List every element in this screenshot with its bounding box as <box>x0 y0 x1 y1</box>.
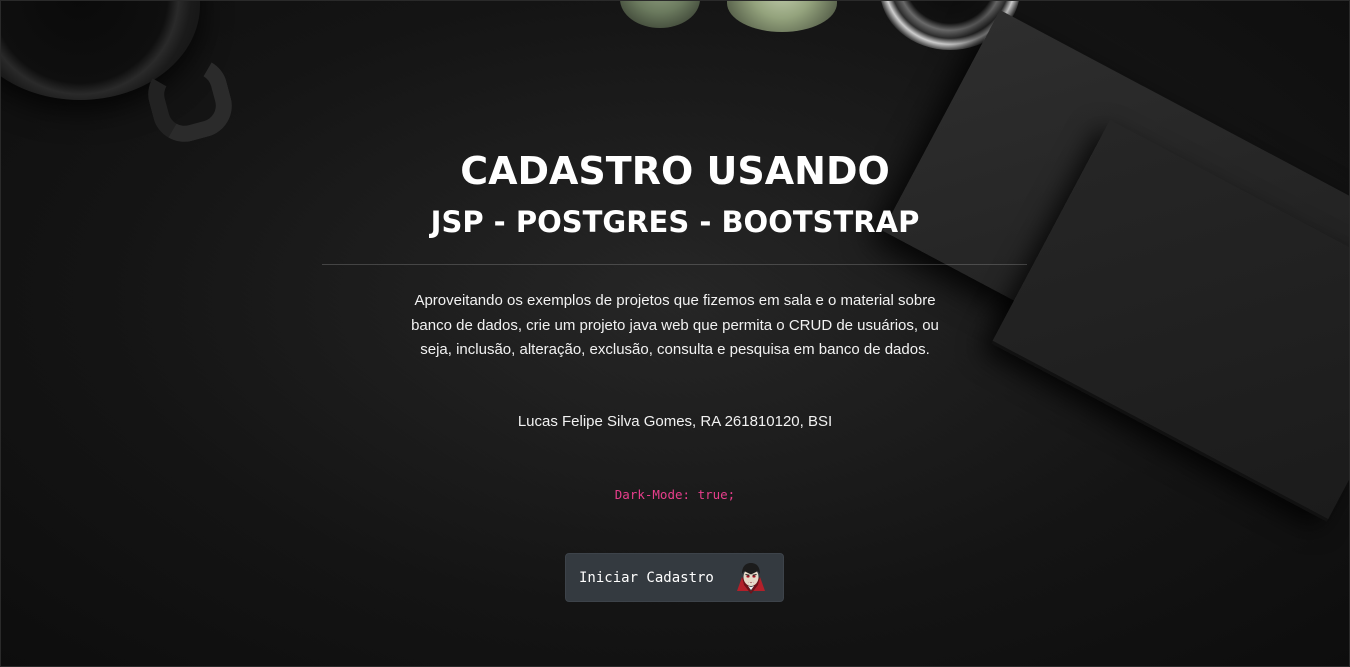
start-button-label: Iniciar Cadastro <box>579 569 714 586</box>
dark-mode-code: Dark-Mode: true; <box>614 487 736 502</box>
start-registration-button[interactable]: Iniciar Cadastro <box>565 553 784 602</box>
page-subtitle: JSP - POSTGRES - BOOTSTRAP <box>430 205 920 239</box>
succulent-decoration <box>620 0 700 28</box>
vampire-icon <box>737 563 765 594</box>
project-description: Aproveitando os exemplos de projetos que… <box>411 292 939 358</box>
author-info: Lucas Felipe Silva Gomes, RA 261810120, … <box>517 413 833 430</box>
succulent-decoration-2 <box>727 0 837 32</box>
divider <box>322 264 1027 265</box>
page-title: CADASTRO USANDO <box>460 149 890 193</box>
